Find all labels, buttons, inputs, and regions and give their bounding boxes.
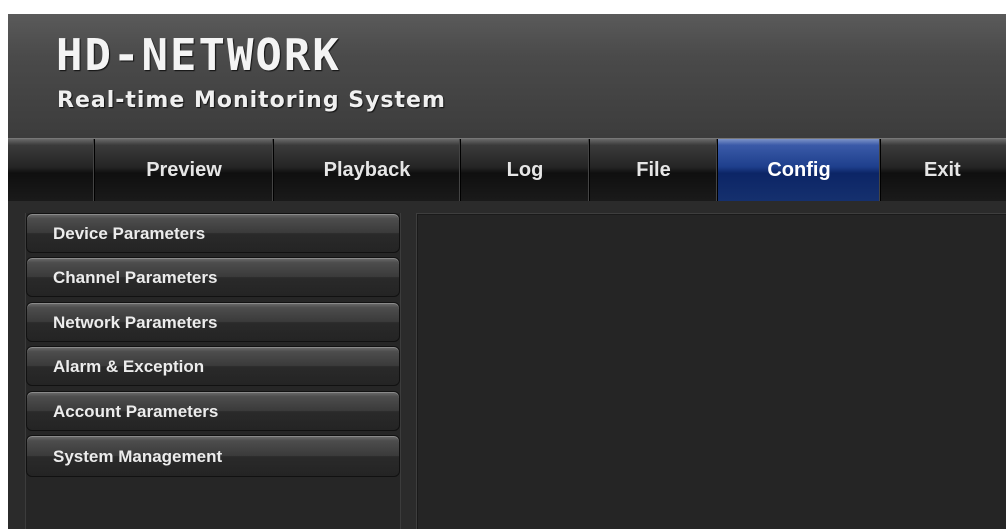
nav-spacer <box>8 139 95 201</box>
config-sidebar: Device Parameters Channel Parameters Net… <box>25 213 401 529</box>
brand-title: HD-NETWORK <box>56 30 341 81</box>
main-body: Device Parameters Channel Parameters Net… <box>8 201 1006 529</box>
nav-tab-log[interactable]: Log <box>461 139 590 201</box>
sidebar-item-device-parameters[interactable]: Device Parameters <box>26 213 400 253</box>
sidebar-item-channel-parameters[interactable]: Channel Parameters <box>26 257 400 297</box>
nav-tab-preview[interactable]: Preview <box>95 139 274 201</box>
nav-tab-exit[interactable]: Exit <box>881 139 1006 201</box>
app-header: HD-NETWORK Real-time Monitoring System <box>8 14 1006 138</box>
brand-subtitle: Real-time Monitoring System <box>57 88 446 113</box>
sidebar-item-system-management[interactable]: System Management <box>26 435 400 477</box>
nav-tab-config[interactable]: Config <box>718 139 881 201</box>
sidebar-item-alarm-exception[interactable]: Alarm & Exception <box>26 346 400 386</box>
nav-tab-file[interactable]: File <box>590 139 718 201</box>
config-content-panel <box>416 213 1006 529</box>
sidebar-item-account-parameters[interactable]: Account Parameters <box>26 391 400 431</box>
sidebar-item-network-parameters[interactable]: Network Parameters <box>26 302 400 342</box>
app-window: HD-NETWORK Real-time Monitoring System P… <box>8 14 1006 529</box>
nav-tab-playback[interactable]: Playback <box>274 139 461 201</box>
main-nav: Preview Playback Log File Config Exit <box>8 138 1006 202</box>
